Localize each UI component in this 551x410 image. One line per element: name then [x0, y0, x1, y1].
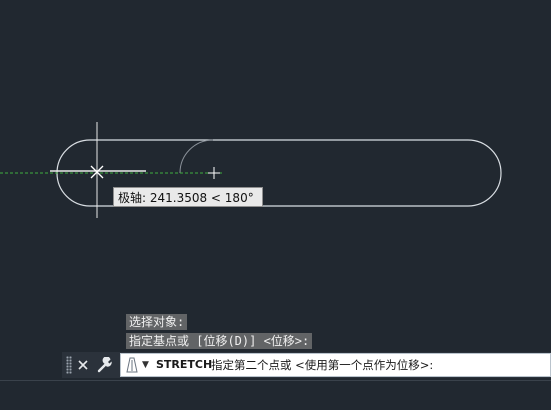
command-prompt-icon[interactable] [124, 356, 140, 374]
command-history-line: 选择对象: [126, 314, 188, 330]
status-bar [0, 380, 551, 410]
command-prompt-text: 指定第二个点或 <使用第一个点作为位移>: [211, 358, 434, 372]
ghost-arc [179, 139, 214, 174]
polar-tracking-tooltip: 极轴: 241.3508 < 180° [113, 187, 263, 207]
current-command-name: STRETCH [156, 358, 213, 371]
drawing-viewport[interactable]: 极轴: 241.3508 < 180° [0, 0, 551, 350]
close-icon[interactable] [74, 355, 92, 375]
drawing-canvas[interactable] [0, 0, 551, 350]
command-line-bar: ▼ STRETCH 指定第二个点或 <使用第一个点作为位移>: [62, 352, 551, 378]
grip-handle-icon[interactable] [66, 356, 72, 374]
wrench-icon[interactable] [96, 355, 114, 375]
chevron-down-icon[interactable]: ▼ [142, 358, 149, 372]
command-history-line: 指定基点或 [位移(D)] <位移>: [126, 333, 313, 349]
command-input[interactable]: ▼ STRETCH 指定第二个点或 <使用第一个点作为位移>: [120, 353, 551, 377]
